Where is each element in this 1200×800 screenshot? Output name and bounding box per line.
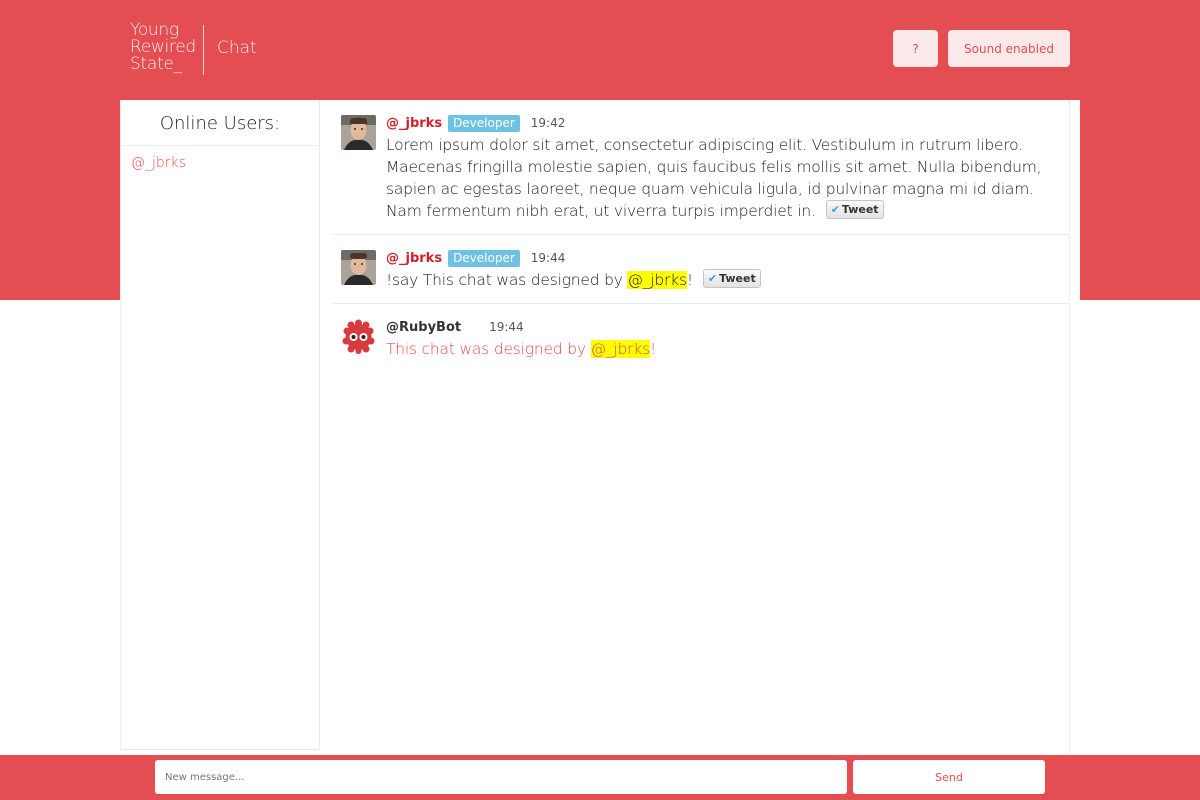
logo-line-3: State_ xyxy=(130,54,182,74)
send-button[interactable]: Send xyxy=(853,760,1045,794)
logo-divider xyxy=(203,25,204,75)
online-users-sidebar: Online Users: @_jbrks xyxy=(120,100,320,750)
message-item: @_jbrks Developer 19:42 Lorem ipsum dolo… xyxy=(332,100,1069,235)
tweet-label: Tweet xyxy=(841,202,879,216)
message-text: Lorem ipsum dolor sit amet, consectetur … xyxy=(386,134,1061,222)
message-time: 19:42 xyxy=(530,116,566,130)
online-users-title: Online Users: xyxy=(121,100,319,146)
user-avatar xyxy=(341,115,376,150)
mention-highlight[interactable]: @_jbrks xyxy=(627,271,687,289)
role-badge: Developer xyxy=(448,249,520,267)
tweet-button[interactable]: ✔ Tweet xyxy=(825,200,884,219)
message-text-content: Lorem ipsum dolor sit amet, consectetur … xyxy=(386,136,1042,220)
bot-avatar xyxy=(341,319,376,354)
tweet-button[interactable]: ✔ Tweet xyxy=(702,269,761,288)
help-button[interactable]: ? xyxy=(893,30,938,67)
twitter-bird-icon: ✔ xyxy=(830,202,840,216)
message-text: !say This chat was designed by @_jbrks! ✔… xyxy=(386,269,1061,291)
message-item: @RubyBot 19:44 This chat was designed by… xyxy=(332,304,1069,372)
twitter-bird-icon: ✔ xyxy=(707,271,718,285)
message-item: @_jbrks Developer 19:44 !say This chat w… xyxy=(332,235,1069,304)
message-text-after: ! xyxy=(649,340,656,358)
user-avatar xyxy=(341,250,376,285)
tweet-label: Tweet xyxy=(719,271,756,285)
message-username[interactable]: @_jbrks xyxy=(386,251,442,266)
chat-panel: Online Users: @_jbrks @_jbrks Developer … xyxy=(120,100,1080,755)
logo: Young Rewired State_ xyxy=(130,22,196,74)
message-time: 19:44 xyxy=(489,320,524,334)
message-username[interactable]: @RubyBot xyxy=(386,320,461,335)
role-badge: Developer xyxy=(448,114,520,132)
mention-highlight[interactable]: @_jbrks xyxy=(590,340,650,358)
message-username[interactable]: @_jbrks xyxy=(386,116,442,131)
message-text-before: This chat was designed by xyxy=(386,340,591,358)
sound-toggle-button[interactable]: Sound enabled xyxy=(948,30,1070,67)
message-text-after: ! xyxy=(686,271,693,289)
message-time: 19:44 xyxy=(530,251,566,265)
message-text-before: !say This chat was designed by xyxy=(386,271,628,289)
message-input[interactable] xyxy=(155,760,847,794)
message-list: @_jbrks Developer 19:42 Lorem ipsum dolo… xyxy=(332,100,1070,755)
composer-bar: Send xyxy=(0,755,1200,800)
message-text: This chat was designed by @_jbrks! xyxy=(386,338,1061,360)
app-title: Chat xyxy=(217,38,257,58)
sidebar-user-jbrks[interactable]: @_jbrks xyxy=(121,146,319,180)
